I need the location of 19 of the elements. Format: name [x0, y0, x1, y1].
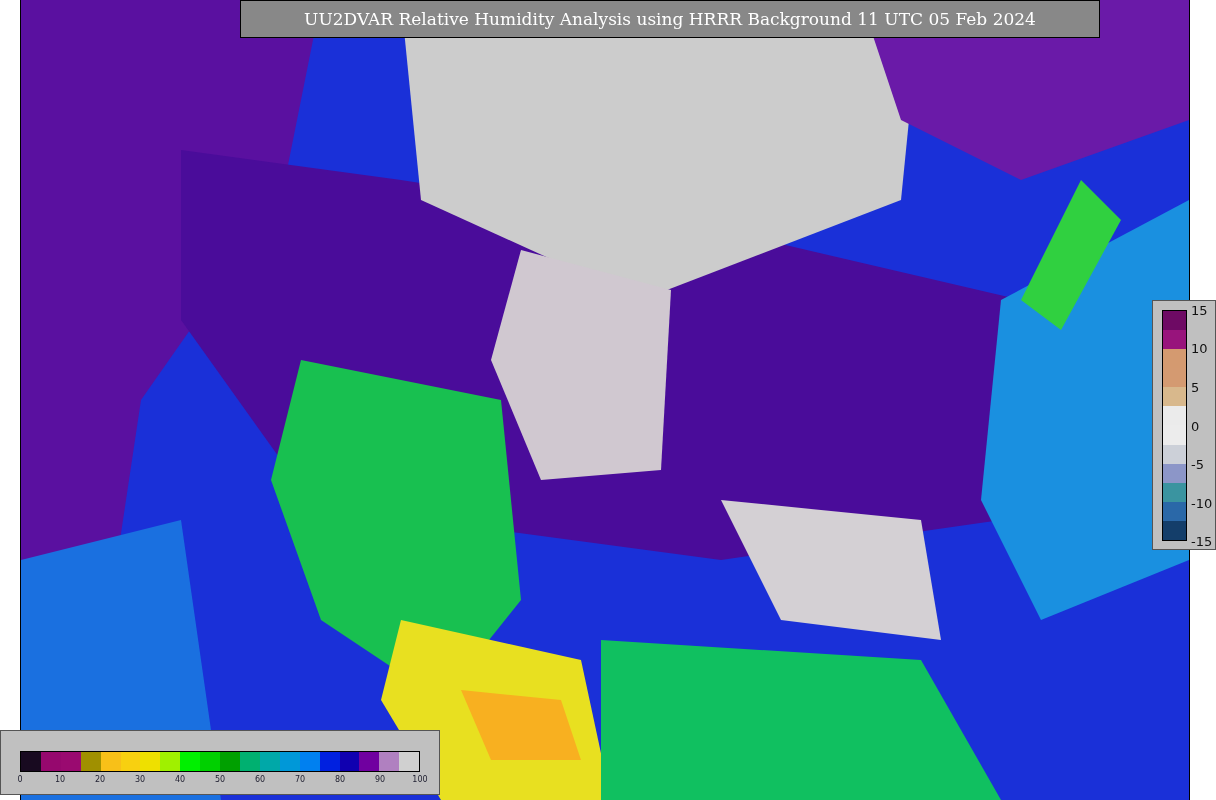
- tick-label: 0: [17, 775, 23, 784]
- tick-label: 50: [214, 775, 226, 784]
- tick-label: 5: [1191, 379, 1200, 395]
- tick-label: 70: [294, 775, 306, 784]
- tick-label: 10: [54, 775, 66, 784]
- tick-label: 100: [412, 775, 428, 784]
- tick-label: -10: [1191, 495, 1213, 510]
- tick-label: 60: [254, 775, 266, 784]
- tick-label: 30: [134, 775, 146, 784]
- tick-label: 0: [1191, 418, 1200, 433]
- map-title: UU2DVAR Relative Humidity Analysis using HRRR Background 11 UTC 05 Feb 2024: [240, 0, 1100, 38]
- tick-label: -5: [1191, 456, 1204, 472]
- tick-label: 80: [334, 775, 346, 784]
- tick-label: 90: [374, 775, 386, 784]
- tick-label: 10: [1191, 341, 1208, 356]
- tick-label: 40: [174, 775, 186, 784]
- tick-label: 20: [94, 775, 106, 784]
- tick-label: 15: [1191, 302, 1208, 318]
- tick-label: -15: [1191, 533, 1213, 549]
